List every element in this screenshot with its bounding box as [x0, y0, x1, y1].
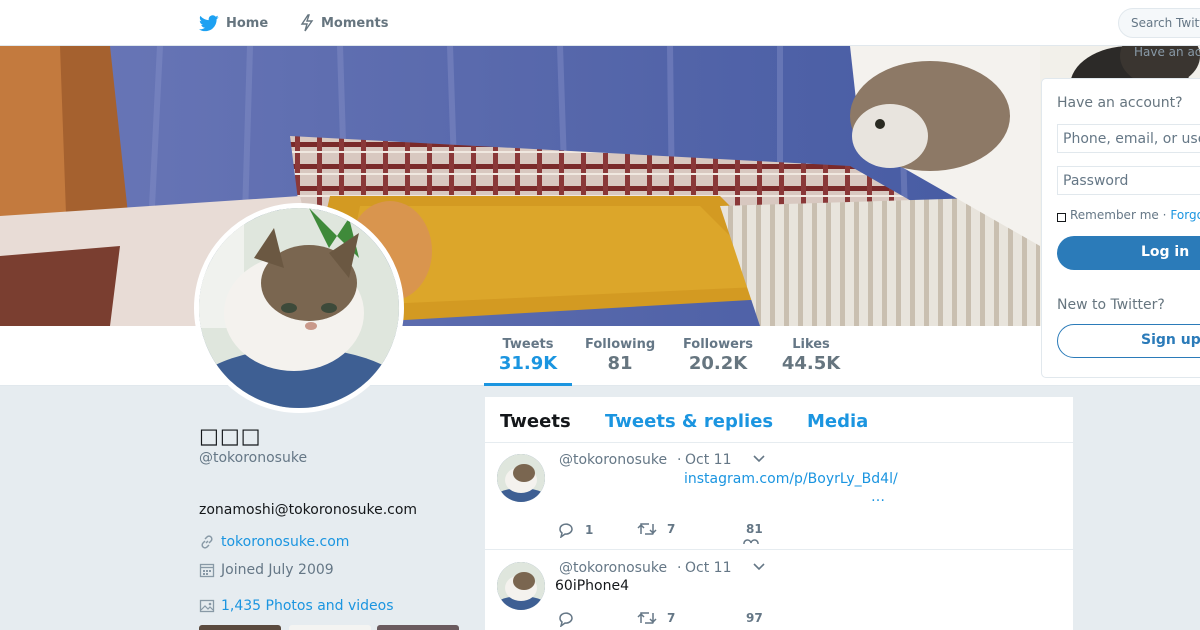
link-icon	[201, 535, 213, 549]
nav-home[interactable]: Home	[199, 0, 268, 46]
tab-tweets[interactable]: Tweets	[500, 411, 571, 432]
reply-icon	[559, 523, 573, 538]
forgot-password-link[interactable]: Forgot password?	[1170, 208, 1200, 222]
like-count: 81	[746, 522, 763, 536]
stat-followers[interactable]: Followers 20.2K	[682, 337, 754, 374]
stat-likes-label: Likes	[792, 337, 830, 352]
tweet-date[interactable]: Oct 11	[685, 452, 731, 468]
profile-avatar[interactable]	[194, 203, 404, 413]
stat-likes[interactable]: Likes 44.5K	[778, 337, 844, 374]
like-button[interactable]: 97	[746, 611, 763, 625]
stat-likes-value: 44.5K	[781, 353, 841, 374]
retweet-icon	[637, 523, 657, 535]
photo-thumbnail[interactable]	[377, 625, 459, 630]
stat-tweets-value: 31.9K	[498, 353, 558, 374]
tab-media[interactable]: Media	[807, 411, 868, 432]
reply-count: 1	[585, 523, 594, 537]
profile-photos-link[interactable]: 1,435 Photos and videos	[199, 598, 394, 614]
tweet-avatar-photo	[497, 454, 545, 502]
tweet-actions: 1 7 81	[557, 522, 857, 544]
tweet-date[interactable]: Oct 11	[685, 560, 731, 576]
profile-photos-text: 1,435 Photos and videos	[221, 598, 394, 614]
tweet-avatar[interactable]	[497, 562, 545, 610]
chevron-down-icon[interactable]	[753, 455, 765, 463]
chevron-down-icon[interactable]	[753, 563, 765, 571]
profile-joined: Joined July 2009	[199, 562, 334, 578]
stat-following-label: Following	[585, 337, 656, 352]
remember-me-checkbox[interactable]	[1057, 212, 1066, 222]
login-panel: Have an account? Phone, email, or userna…	[1041, 78, 1200, 378]
retweet-count: 7	[667, 522, 676, 536]
lightning-icon	[300, 14, 314, 32]
nav-moments[interactable]: Moments	[300, 0, 388, 46]
retweet-button[interactable]: 7	[637, 522, 675, 536]
tweet-link[interactable]: instagram.com/p/BoyrLy_Bd4l/	[684, 471, 898, 487]
tweet-link-ellipsis: …	[871, 489, 885, 505]
tweet-handle[interactable]: @tokoronosuke	[559, 452, 667, 468]
profile-stats-bar: Tweets 31.9K Following 81 Followers 20.2…	[0, 326, 1200, 386]
profile-avatar-photo	[199, 208, 399, 408]
stat-following[interactable]: Following 81	[585, 337, 655, 374]
login-button[interactable]: Log in	[1057, 236, 1200, 270]
signup-button[interactable]: Sign up	[1057, 324, 1200, 358]
stat-followers-value: 20.2K	[688, 353, 748, 374]
timeline-tabs: Tweets Tweets & replies Media	[485, 397, 1073, 443]
profile-url-text: tokoronosuke.com	[221, 534, 350, 550]
remember-me-label: Remember me ·	[1070, 208, 1167, 222]
tweet-handle[interactable]: @tokoronosuke	[559, 560, 667, 576]
tweet-avatar[interactable]	[497, 454, 545, 502]
profile-bio: zonamoshi@tokoronosuke.com	[199, 502, 418, 518]
stat-following-value: 81	[607, 353, 633, 374]
tweet[interactable]: @tokoronosuke · Oct 11 60iPhone4 7 97	[485, 551, 1073, 630]
reply-button[interactable]: 1	[557, 522, 593, 538]
tweet-separator: ·	[677, 452, 682, 468]
stat-tweets[interactable]: Tweets 31.9K	[484, 337, 572, 386]
username-input[interactable]: Phone, email, or username	[1057, 124, 1200, 153]
timeline: Tweets Tweets & replies Media @tokoronos…	[485, 397, 1073, 630]
like-button[interactable]: 81	[746, 522, 763, 536]
heart-icon[interactable]	[743, 538, 759, 544]
photo-thumbnail[interactable]	[289, 625, 371, 630]
have-account-dropdown[interactable]: Have an account?	[1134, 45, 1200, 59]
retweet-count: 7	[667, 611, 676, 625]
profile-handle: @tokoronosuke	[199, 450, 308, 466]
profile-name: □□□	[199, 424, 262, 448]
calendar-icon	[199, 563, 215, 578]
stat-followers-label: Followers	[682, 337, 754, 352]
banner-photo	[0, 46, 1200, 326]
tab-tweets-replies[interactable]: Tweets & replies	[605, 411, 773, 432]
reply-button[interactable]	[557, 611, 585, 627]
retweet-button[interactable]: 7	[637, 611, 675, 625]
top-nav: Home Moments Search Twitter	[0, 0, 1200, 46]
reply-icon	[559, 612, 573, 627]
login-title: Have an account?	[1057, 95, 1183, 111]
password-input[interactable]: Password	[1057, 166, 1200, 195]
nav-home-label: Home	[226, 15, 269, 31]
photo-thumbnail[interactable]	[199, 625, 281, 630]
profile-banner	[0, 46, 1200, 326]
tweet[interactable]: @tokoronosuke · Oct 11 instagram.com/p/B…	[485, 443, 1073, 550]
profile-url[interactable]: tokoronosuke.com	[199, 534, 349, 550]
nav-moments-label: Moments	[321, 15, 389, 31]
like-count: 97	[746, 611, 763, 625]
remember-me: Remember me · Forgot password?	[1057, 208, 1200, 222]
retweet-icon	[637, 612, 657, 624]
tweet-avatar-photo	[497, 562, 545, 610]
photo-icon	[199, 599, 215, 613]
search-input[interactable]: Search Twitter	[1118, 8, 1200, 38]
twitter-bird-icon	[199, 14, 219, 31]
stat-tweets-label: Tweets	[502, 337, 554, 352]
tweet-actions: 7 97	[557, 611, 857, 630]
new-to-twitter-label: New to Twitter?	[1057, 297, 1165, 313]
tweet-text: 60iPhone4	[555, 578, 629, 594]
profile-joined-text: Joined July 2009	[221, 562, 334, 578]
tweet-separator: ·	[677, 560, 682, 576]
